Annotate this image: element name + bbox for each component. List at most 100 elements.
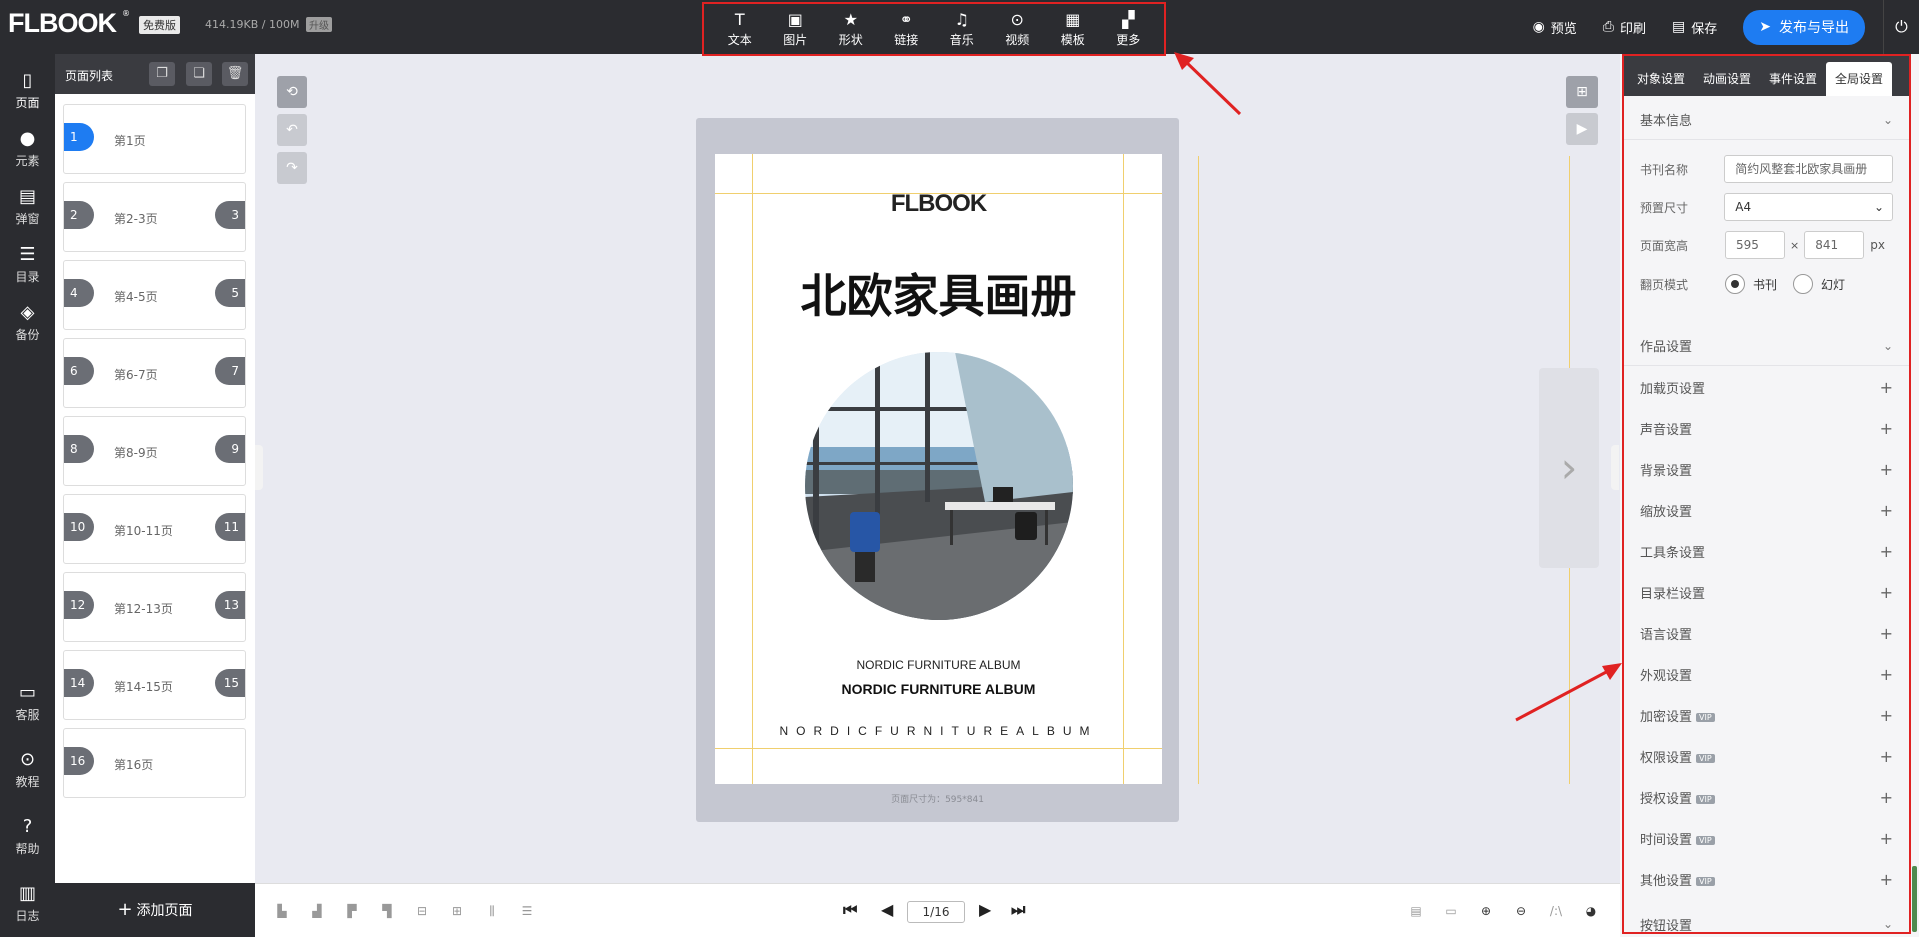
page-thumb-2-3[interactable]: 2 第2-3页 3 <box>63 182 246 252</box>
nav-tutorial[interactable]: ⊙ 教程 <box>0 749 55 790</box>
page-thumb-4-5[interactable]: 4 第4-5页 5 <box>63 260 246 330</box>
distribute-v-icon[interactable]: ☰ <box>519 904 535 918</box>
nav-backup[interactable]: ◈ 备份 <box>0 302 55 343</box>
settings-row[interactable]: 声音设置 + <box>1624 408 1909 449</box>
settings-row[interactable]: 授权设置 VIP + <box>1624 777 1909 818</box>
settings-row[interactable]: 目录栏设置 + <box>1624 572 1909 613</box>
office-interior-image <box>805 352 1073 620</box>
align-middle-icon[interactable]: ⊞ <box>449 904 465 918</box>
page-thumb-1[interactable]: 1 第1页 <box>63 104 246 174</box>
power-icon[interactable]: ⏻ <box>1883 0 1919 54</box>
page-thumb-12-13[interactable]: 12 第12-13页 13 <box>63 572 246 642</box>
page-thumb-16[interactable]: 16 第16页 <box>63 728 246 798</box>
page-thumb-14-15[interactable]: 14 第14-15页 15 <box>63 650 246 720</box>
radio-book[interactable] <box>1725 274 1745 294</box>
page-thumb-6-7[interactable]: 6 第6-7页 7 <box>63 338 246 408</box>
last-page-icon[interactable]: ⏭ <box>1011 900 1025 920</box>
settings-row-title: 外观设置 <box>1640 665 1692 684</box>
nav-toc[interactable]: ☰ 目录 <box>0 244 55 285</box>
settings-row[interactable]: 时间设置 VIP + <box>1624 818 1909 859</box>
tool-more[interactable]: ▞ 更多 <box>1101 10 1157 48</box>
nav-log[interactable]: ▥ 日志 <box>0 883 55 924</box>
nav-elements[interactable]: ● 元素 <box>0 128 55 169</box>
doc-icon[interactable]: ▤ <box>1408 904 1424 918</box>
next-page-icon[interactable]: ▶ <box>979 900 991 919</box>
page-thumb-10-11[interactable]: 10 第10-11页 11 <box>63 494 246 564</box>
delete-page-icon[interactable]: 🗑 <box>222 62 248 86</box>
settings-row[interactable]: 加密设置 VIP + <box>1624 695 1909 736</box>
collapse-left-handle[interactable] <box>255 445 263 490</box>
duplicate-page-icon[interactable]: ❏ <box>186 62 212 86</box>
tool-music[interactable]: ♫ 音乐 <box>934 10 990 48</box>
button-settings-section[interactable]: 按钮设置 ⌄ <box>1624 914 1909 934</box>
preview-button[interactable]: ◉ 预览 <box>1533 18 1577 37</box>
nav-service[interactable]: ▭ 客服 <box>0 682 55 723</box>
page-title[interactable]: 北欧家具画册 <box>715 260 1162 326</box>
work-settings-section[interactable]: 作品设置 ⌄ <box>1624 326 1909 366</box>
tool-template[interactable]: ▦ 模板 <box>1045 10 1101 48</box>
print-button[interactable]: ⎙ 印刷 <box>1603 18 1646 37</box>
play-preview-icon[interactable]: ▶ <box>1566 113 1598 145</box>
tool-link[interactable]: ⚭ 链接 <box>879 10 935 48</box>
ruler-icon[interactable]: /:\ <box>1548 904 1564 918</box>
tab-event-settings[interactable]: 事件设置 <box>1760 62 1826 96</box>
page-subtitle-1[interactable]: NORDIC FURNITURE ALBUM <box>715 658 1162 672</box>
nav-help[interactable]: ? 帮助 <box>0 816 55 857</box>
app-logo[interactable]: FLBOOK <box>8 8 117 39</box>
page-canvas[interactable]: FLBOOK 北欧家具画册 NORDIC FURNITURE ALBUM NOR… <box>715 154 1162 784</box>
settings-row[interactable]: 语言设置 + <box>1624 613 1909 654</box>
radio-slide[interactable] <box>1793 274 1814 294</box>
copy-page-icon[interactable]: ❐ <box>149 62 175 86</box>
fit-icon[interactable]: ▭ <box>1443 904 1459 918</box>
settings-row[interactable]: 权限设置 VIP + <box>1624 736 1909 777</box>
basic-info-section[interactable]: 基本信息 ⌄ <box>1624 100 1909 140</box>
tool-image[interactable]: ▣ 图片 <box>768 10 824 48</box>
add-page-button[interactable]: + 添加页面 <box>55 883 255 937</box>
settings-row[interactable]: 其他设置 VIP + <box>1624 859 1909 900</box>
page-number-input[interactable]: 1/16 <box>907 901 965 923</box>
page-logo[interactable]: FLBOOK <box>715 190 1162 218</box>
upgrade-link[interactable]: 升级 <box>306 17 332 32</box>
align-bottom-icon[interactable]: ▜ <box>379 904 395 918</box>
nav-popups[interactable]: ▤ 弹窗 <box>0 186 55 227</box>
interior-photo[interactable] <box>805 352 1073 620</box>
zoom-out-icon[interactable]: ⊖ <box>1513 904 1529 918</box>
first-page-icon[interactable]: ⏮ <box>843 900 857 920</box>
reset-icon[interactable]: ⟲ <box>277 76 307 108</box>
preset-size-select[interactable]: A4 ⌄ <box>1724 193 1893 221</box>
page-subtitle-3[interactable]: NORDICFURNITUREALBUM <box>715 724 1162 738</box>
zoom-in-icon[interactable]: ⊕ <box>1478 904 1494 918</box>
settings-row[interactable]: 工具条设置 + <box>1624 531 1909 572</box>
panel-scrollbar[interactable] <box>1912 866 1917 932</box>
settings-row[interactable]: 缩放设置 + <box>1624 490 1909 531</box>
page-subtitle-2[interactable]: NORDIC FURNITURE ALBUM <box>715 681 1162 697</box>
publish-button[interactable]: ➤ 发布与导出 <box>1743 9 1865 45</box>
tab-animation-settings[interactable]: 动画设置 <box>1694 62 1760 96</box>
distribute-h-icon[interactable]: ⫼ <box>484 904 500 918</box>
tab-global-settings[interactable]: 全局设置 <box>1826 62 1893 96</box>
help-circle-icon[interactable]: ◕ <box>1583 904 1599 918</box>
align-center-icon[interactable]: ⊟ <box>414 904 430 918</box>
tab-object-settings[interactable]: 对象设置 <box>1628 62 1694 96</box>
undo-icon[interactable]: ↶ <box>277 114 307 146</box>
settings-row[interactable]: 背景设置 + <box>1624 449 1909 490</box>
collapse-right-handle[interactable] <box>1611 445 1619 490</box>
nav-pages[interactable]: ▯ 页面 <box>0 70 55 111</box>
page-width-input[interactable]: 595 <box>1725 231 1785 259</box>
tool-video[interactable]: ⊙ 视频 <box>990 10 1046 48</box>
align-right-icon[interactable]: ▟ <box>309 904 325 918</box>
settings-row[interactable]: 外观设置 + <box>1624 654 1909 695</box>
tool-shape[interactable]: ★ 形状 <box>823 10 879 48</box>
redo-icon[interactable]: ↷ <box>277 152 307 184</box>
book-name-input[interactable]: 简约风整套北欧家具画册 <box>1724 155 1893 183</box>
prev-page-icon[interactable]: ◀ <box>881 900 893 919</box>
settings-row[interactable]: 加载页设置 + <box>1624 367 1909 408</box>
align-left-icon[interactable]: ▙ <box>274 904 290 918</box>
tool-text[interactable]: T 文本 <box>712 10 768 48</box>
next-page-chevron-icon[interactable]: › <box>1539 368 1599 568</box>
align-top-icon[interactable]: ▛ <box>344 904 360 918</box>
save-button[interactable]: ▤ 保存 <box>1672 18 1717 37</box>
page-height-input[interactable]: 841 <box>1804 231 1865 259</box>
add-frame-icon[interactable]: ⊞ <box>1566 76 1598 108</box>
page-thumb-8-9[interactable]: 8 第8-9页 9 <box>63 416 246 486</box>
